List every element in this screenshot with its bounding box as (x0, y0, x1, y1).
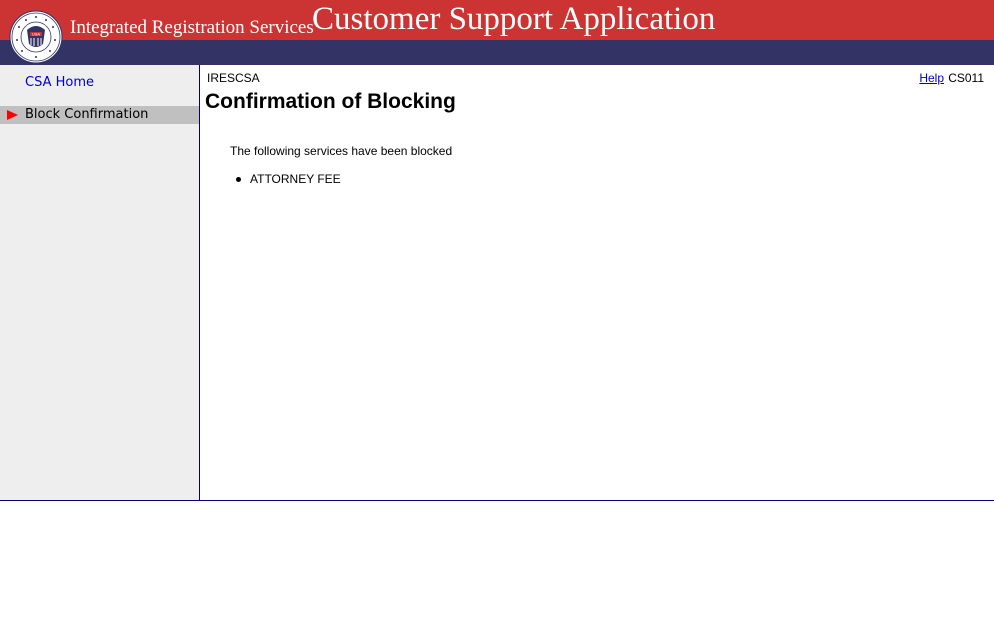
list-item: ATTORNEY FEE (236, 172, 341, 186)
ssa-seal-icon: USA (9, 10, 63, 64)
divider (0, 500, 994, 501)
system-id: IRESCSA (207, 71, 260, 85)
org-name: Integrated Registration Services (70, 17, 314, 38)
app-header: USA Integrated Registration Services Cus… (0, 0, 994, 65)
service-name: ATTORNEY FEE (250, 172, 341, 186)
screen-code: CS011 (948, 71, 984, 85)
sidebar-item-csa-home[interactable]: CSA Home (25, 75, 94, 90)
sidebar-item-block-confirmation[interactable]: Block Confirmation (0, 106, 199, 124)
sidebar: CSA Home Block Confirmation (0, 65, 200, 501)
header-navy-band (0, 40, 994, 65)
main-content: IRESCSA Help CS011 Confirmation of Block… (200, 65, 994, 500)
current-page-arrow-icon (7, 110, 18, 120)
help-link[interactable]: Help (919, 71, 944, 85)
bullet-icon (236, 177, 241, 182)
sidebar-item-label: Block Confirmation (25, 107, 149, 122)
blocked-services-list: ATTORNEY FEE (236, 172, 341, 186)
confirmation-message: The following services have been blocked (230, 144, 453, 158)
svg-text:USA: USA (32, 32, 41, 37)
page-title: Confirmation of Blocking (205, 90, 456, 113)
app-title: Customer Support Application (312, 1, 716, 37)
